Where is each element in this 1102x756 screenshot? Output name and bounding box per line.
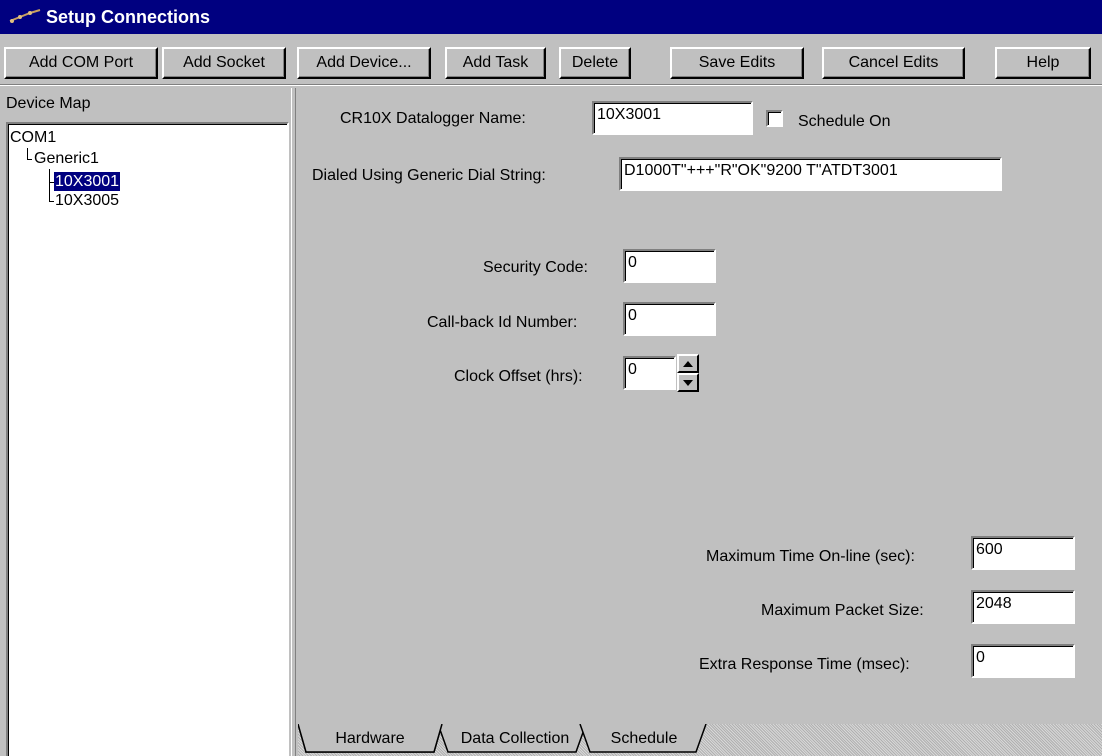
tree-connector (49, 169, 50, 201)
add-task-label: Add Task (462, 54, 529, 71)
delete-button[interactable]: Delete (559, 47, 631, 79)
dial-string-field[interactable]: D1000T"+++"R"OK"9200 T"ATDT3001 (619, 157, 1002, 191)
delete-label: Delete (571, 54, 619, 71)
tree-node-generic1[interactable]: Generic1 (34, 149, 99, 168)
tree-node-com1[interactable]: COM1 (10, 128, 56, 147)
extra-response-field[interactable]: 0 (971, 644, 1075, 678)
arrow-up-icon (683, 360, 693, 367)
hardware-panel: CR10X Datalogger Name: 10X3001 Schedule … (298, 88, 1102, 756)
max-packet-label: Maximum Packet Size: (761, 602, 924, 619)
save-edits-label: Save Edits (698, 54, 776, 71)
tree-connector (49, 201, 54, 202)
add-task-button[interactable]: Add Task (445, 47, 546, 79)
toolbar-divider (0, 84, 1102, 86)
arrow-down-icon (683, 379, 693, 386)
schedule-on-label[interactable]: Schedule On (798, 113, 891, 131)
window-title: Setup Connections (46, 6, 211, 27)
add-device-button[interactable]: Add Device... (297, 47, 431, 79)
spin-down-button[interactable] (677, 373, 699, 392)
callback-id-label: Call-back Id Number: (427, 314, 578, 331)
dial-string-label: Dialed Using Generic Dial String: (312, 167, 546, 184)
max-time-field[interactable]: 600 (971, 536, 1075, 570)
cancel-edits-button[interactable]: Cancel Edits (822, 47, 965, 79)
tree-node-10x3001[interactable]: 10X3001 (52, 171, 122, 192)
save-edits-button[interactable]: Save Edits (670, 47, 804, 79)
schedule-on-checkbox[interactable] (766, 110, 783, 127)
max-packet-field[interactable]: 2048 (971, 590, 1075, 624)
max-time-label: Maximum Time On-line (sec): (706, 548, 915, 565)
callback-id-field[interactable]: 0 (623, 302, 716, 336)
spin-up-button[interactable] (677, 354, 699, 373)
title-bar[interactable]: Setup Connections (0, 0, 1102, 34)
device-map-tree[interactable]: COM1 Generic1 10X3001 10X3005 (6, 122, 289, 756)
device-map-label: Device Map (6, 95, 91, 112)
add-com-port-button[interactable]: Add COM Port (4, 47, 158, 79)
app-connection-icon (8, 7, 42, 27)
datalogger-name-label: CR10X Datalogger Name: (340, 110, 526, 127)
add-socket-label: Add Socket (183, 54, 265, 71)
add-device-label: Add Device... (316, 54, 412, 71)
extra-response-label: Extra Response Time (msec): (699, 656, 910, 673)
tree-node-10x3005[interactable]: 10X3005 (55, 191, 119, 210)
clock-offset-label: Clock Offset (hrs): (454, 368, 583, 385)
help-button[interactable]: Help (995, 47, 1091, 79)
add-socket-button[interactable]: Add Socket (162, 47, 286, 79)
clock-offset-field[interactable]: 0 (623, 356, 676, 390)
security-code-field[interactable]: 0 (623, 249, 716, 283)
toolbar: Add COM Port Add Socket Add Device... Ad… (0, 34, 1102, 84)
tree-connector (27, 148, 28, 159)
tab-hardware[interactable]: Hardware (308, 724, 432, 754)
help-label: Help (1026, 54, 1060, 71)
clock-offset-spinner[interactable] (677, 354, 699, 392)
add-com-port-label: Add COM Port (28, 54, 134, 71)
cancel-edits-label: Cancel Edits (848, 54, 939, 71)
datalogger-name-field[interactable]: 10X3001 (592, 101, 753, 135)
security-code-label: Security Code: (483, 259, 588, 276)
tab-strip: Hardware Data Collection Schedule (298, 724, 1102, 756)
pane-splitter[interactable] (291, 88, 296, 756)
tree-connector (27, 159, 32, 160)
tab-schedule[interactable]: Schedule (590, 724, 698, 754)
tab-data-collection[interactable]: Data Collection (446, 724, 584, 754)
